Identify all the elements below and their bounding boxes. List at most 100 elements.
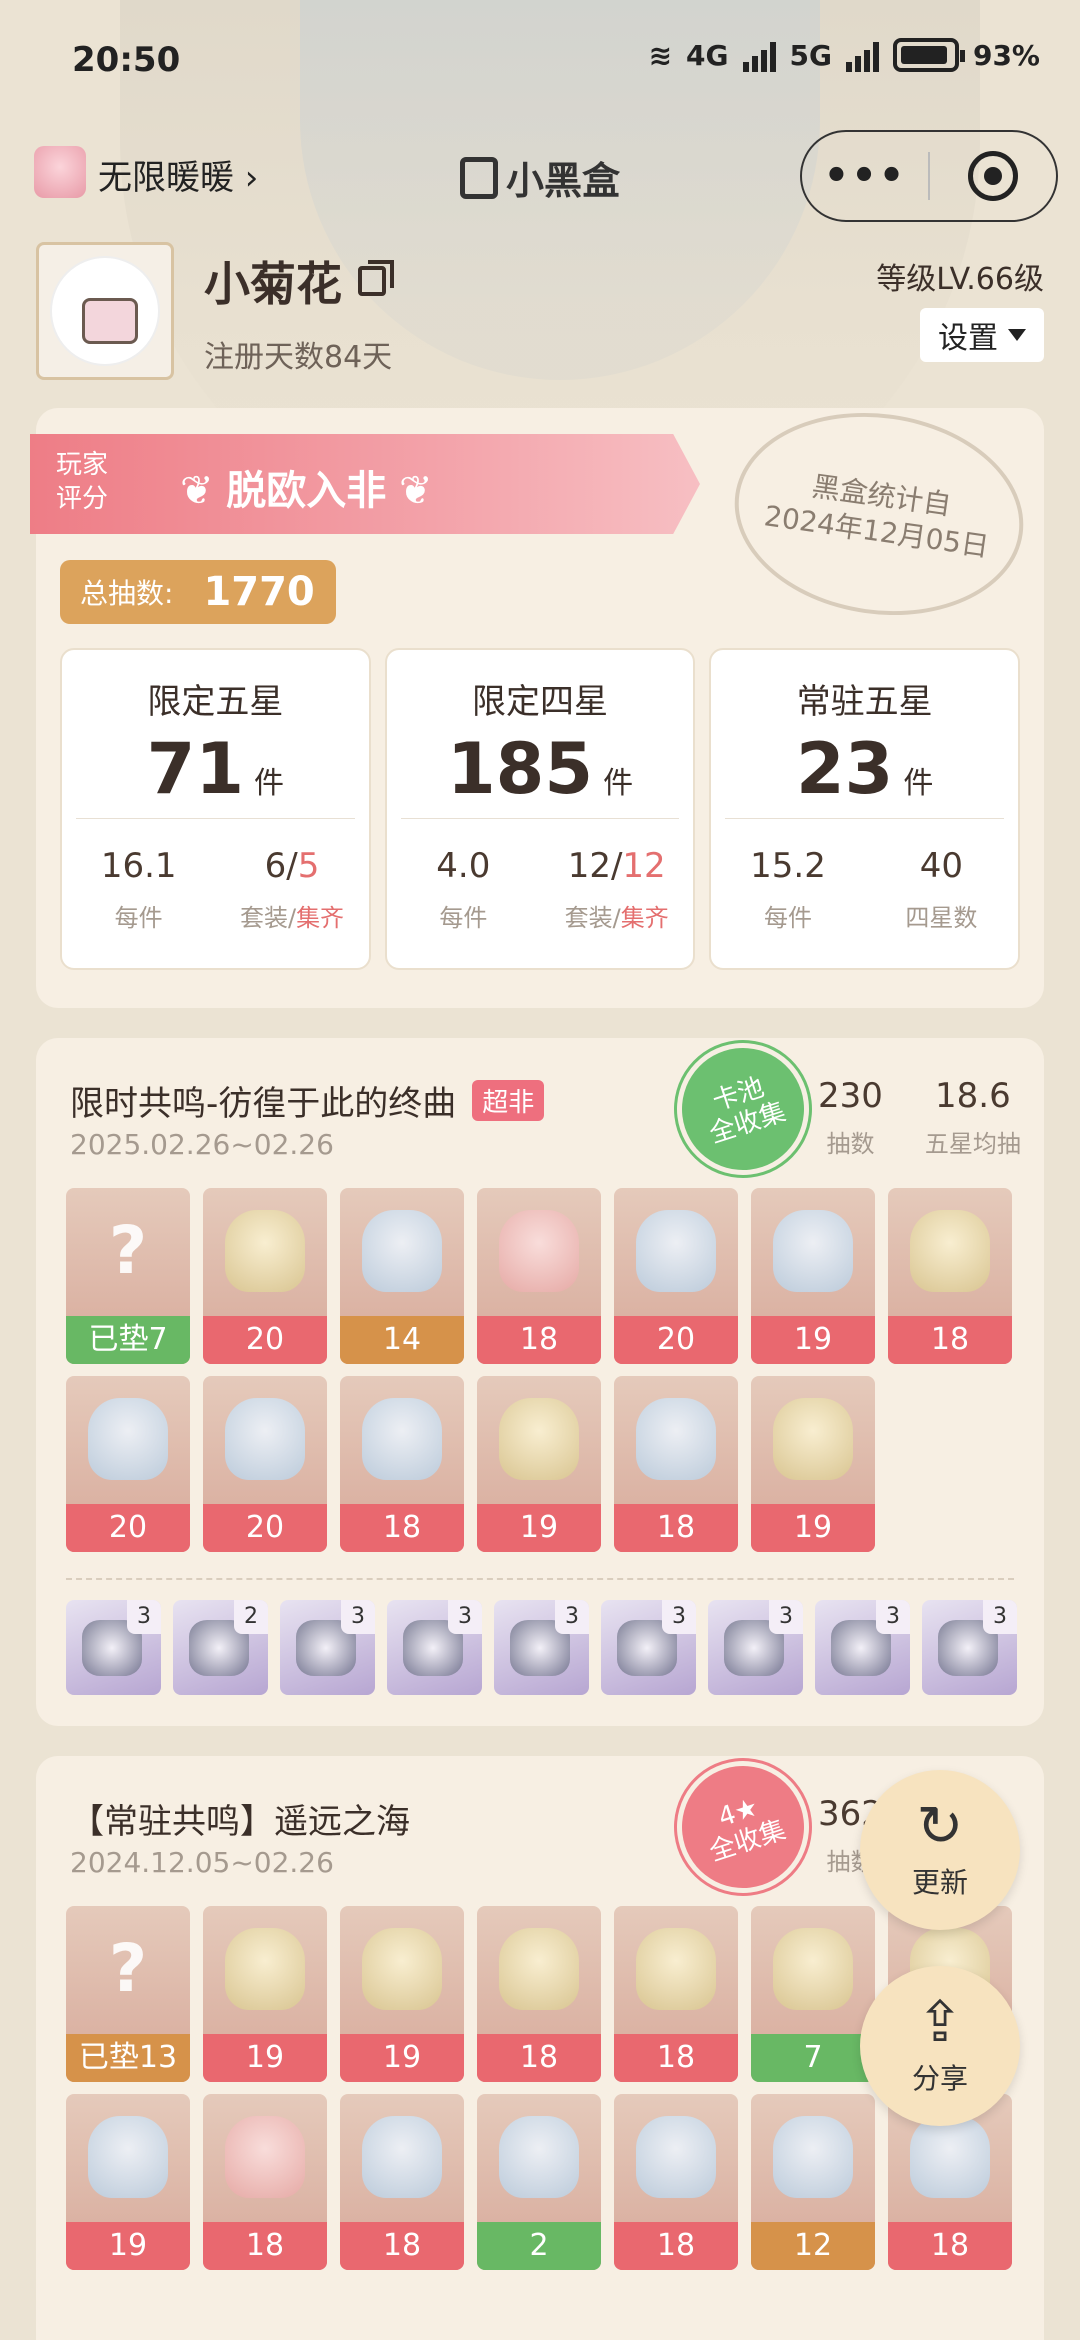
item-tile[interactable]: 19	[340, 1906, 464, 2082]
item-tile[interactable]: 18	[477, 1906, 601, 2082]
game-switcher[interactable]: 无限暖暖 ›	[98, 150, 258, 199]
item-tile[interactable]: 20	[66, 1376, 190, 1552]
four-star-item[interactable]: 3	[280, 1600, 375, 1695]
item-pull-count: 18	[477, 1316, 601, 1364]
stat-count-value: 185	[446, 728, 594, 810]
item-tile[interactable]: 18	[614, 1906, 738, 2082]
item-image	[88, 2116, 168, 2198]
user-level: 等级LV.66级	[876, 262, 1044, 297]
pool-title-row: 【常驻共鸣】遥远之海	[70, 1794, 410, 1843]
four-star-item[interactable]: 3	[387, 1600, 482, 1695]
pool-date: 2025.02.26~02.26	[70, 1128, 334, 1161]
network-5g-label: 5G	[789, 38, 832, 72]
pool-title: 【常驻共鸣】遥远之海	[70, 1802, 410, 1842]
four-star-item[interactable]: 3	[494, 1600, 589, 1695]
item-tile[interactable]: 18	[614, 1376, 738, 1552]
item-tile[interactable]: ? 已垫13	[66, 1906, 190, 2082]
item-tile[interactable]: 19	[751, 1188, 875, 1364]
divider	[725, 818, 1005, 819]
battery-percent: 93%	[972, 38, 1040, 72]
item-image	[636, 1210, 716, 1292]
player-rating-banner: 玩家评分 脱欧入非	[30, 434, 700, 534]
item-tile[interactable]: 19	[751, 1376, 875, 1552]
avg-per-item-label: 每件	[764, 904, 813, 932]
item-image	[636, 1928, 716, 2010]
set-complete: 12	[622, 846, 666, 886]
four-star-item[interactable]: 3	[922, 1600, 1017, 1695]
item-pull-count: 18	[340, 2222, 464, 2270]
battery-icon	[892, 38, 965, 72]
four-star-item[interactable]: 3	[815, 1600, 910, 1695]
item-image	[225, 2116, 305, 2198]
item-pull-count: 18	[340, 1504, 464, 1552]
share-button[interactable]: ⇪ 分享	[860, 1966, 1020, 2126]
four-star-item[interactable]: 2	[173, 1600, 268, 1695]
four-star-item[interactable]: 3	[601, 1600, 696, 1695]
item-tile[interactable]: 20	[203, 1376, 327, 1552]
total-pulls: 总抽数: 1770	[60, 560, 336, 624]
item-pull-count: 已垫13	[66, 2034, 190, 2082]
refresh-button[interactable]: ↻ 更新	[860, 1770, 1020, 1930]
avatar-image	[50, 256, 160, 366]
set-count: 12/12	[540, 846, 693, 886]
pool-pulls-label: 抽数	[826, 1130, 875, 1158]
item-grid: ? 已垫13 19 19 18 18 7 19 18 18 2 18 12 18	[66, 1906, 1012, 2270]
pool-card-limited[interactable]: 限时共鸣-彷徨于此的终曲 超非 2025.02.26~02.26 卡池 全收集 …	[36, 1032, 1044, 1726]
pool-avg: 18.6	[935, 1076, 1011, 1116]
item-tile[interactable]: 18	[203, 2094, 327, 2270]
item-pull-count: 19	[751, 1316, 875, 1364]
item-tile[interactable]: 14	[340, 1188, 464, 1364]
item-count-badge: 2	[234, 1600, 268, 1634]
total-pulls-label: 总抽数:	[80, 577, 174, 610]
item-image	[225, 1398, 305, 1480]
item-tile[interactable]: 19	[477, 1376, 601, 1552]
item-tile[interactable]: 7	[751, 1906, 875, 2082]
item-tile[interactable]: 18	[614, 2094, 738, 2270]
item-pull-count: 14	[340, 1316, 464, 1364]
mini-program-header: 无限暖暖 › 小黑盒 •••	[0, 130, 1080, 222]
item-tile[interactable]: 20	[203, 1188, 327, 1364]
pool-avg-label: 五星均抽	[924, 1130, 1021, 1158]
four-star-item[interactable]: 3	[66, 1600, 161, 1695]
item-image	[499, 1210, 579, 1292]
item-tile[interactable]: 19	[203, 1906, 327, 2082]
question-icon: ?	[108, 1212, 148, 1289]
copy-icon[interactable]	[358, 260, 394, 296]
pool-title-row: 限时共鸣-彷徨于此的终曲 超非	[70, 1076, 545, 1125]
item-count-badge: 3	[448, 1600, 482, 1634]
pool-complete-seal: 卡池 全收集	[666, 1032, 820, 1186]
item-pull-count: 18	[203, 2222, 327, 2270]
item-tile[interactable]: 18	[340, 2094, 464, 2270]
item-count-badge: 3	[555, 1600, 589, 1634]
set-label-b: 集齐	[620, 904, 669, 932]
profile-section: 小菊花 注册天数84天 等级LV.66级 设置	[0, 240, 1080, 380]
item-image	[362, 1928, 442, 2010]
user-avatar[interactable]	[36, 242, 174, 380]
item-tile[interactable]: 20	[614, 1188, 738, 1364]
item-image	[88, 1398, 168, 1480]
four-star-item[interactable]: 3	[708, 1600, 803, 1695]
item-tile[interactable]: 19	[66, 2094, 190, 2270]
close-program-button[interactable]	[930, 151, 1056, 201]
more-icon[interactable]: •••	[802, 153, 928, 199]
summary-card: 黑盒统计自 2024年12月05日 玩家评分 脱欧入非 总抽数: 1770 限定…	[30, 394, 1044, 1008]
game-avatar[interactable]	[34, 146, 86, 198]
settings-button[interactable]: 设置	[920, 308, 1044, 362]
avg-per-item: 16.1	[100, 846, 177, 886]
stat-count: 23 件	[711, 728, 1018, 810]
signal-icon	[845, 38, 879, 72]
item-image	[636, 1398, 716, 1480]
set-count: 6/5	[215, 846, 368, 886]
item-tile[interactable]: 18	[888, 1188, 1012, 1364]
item-image	[499, 2116, 579, 2198]
item-tile[interactable]: 18	[340, 1376, 464, 1552]
item-tile[interactable]: ? 已垫7	[66, 1188, 190, 1364]
seal-text: 4★ 全收集	[705, 1792, 790, 1868]
item-tile[interactable]: 12	[751, 2094, 875, 2270]
status-time: 20:50	[72, 40, 181, 80]
stat-count-value: 71	[146, 728, 245, 810]
item-tile[interactable]: 2	[477, 2094, 601, 2270]
item-pull-count: 18	[888, 2222, 1012, 2270]
stat-title: 限定五星	[147, 682, 284, 722]
item-tile[interactable]: 18	[477, 1188, 601, 1364]
